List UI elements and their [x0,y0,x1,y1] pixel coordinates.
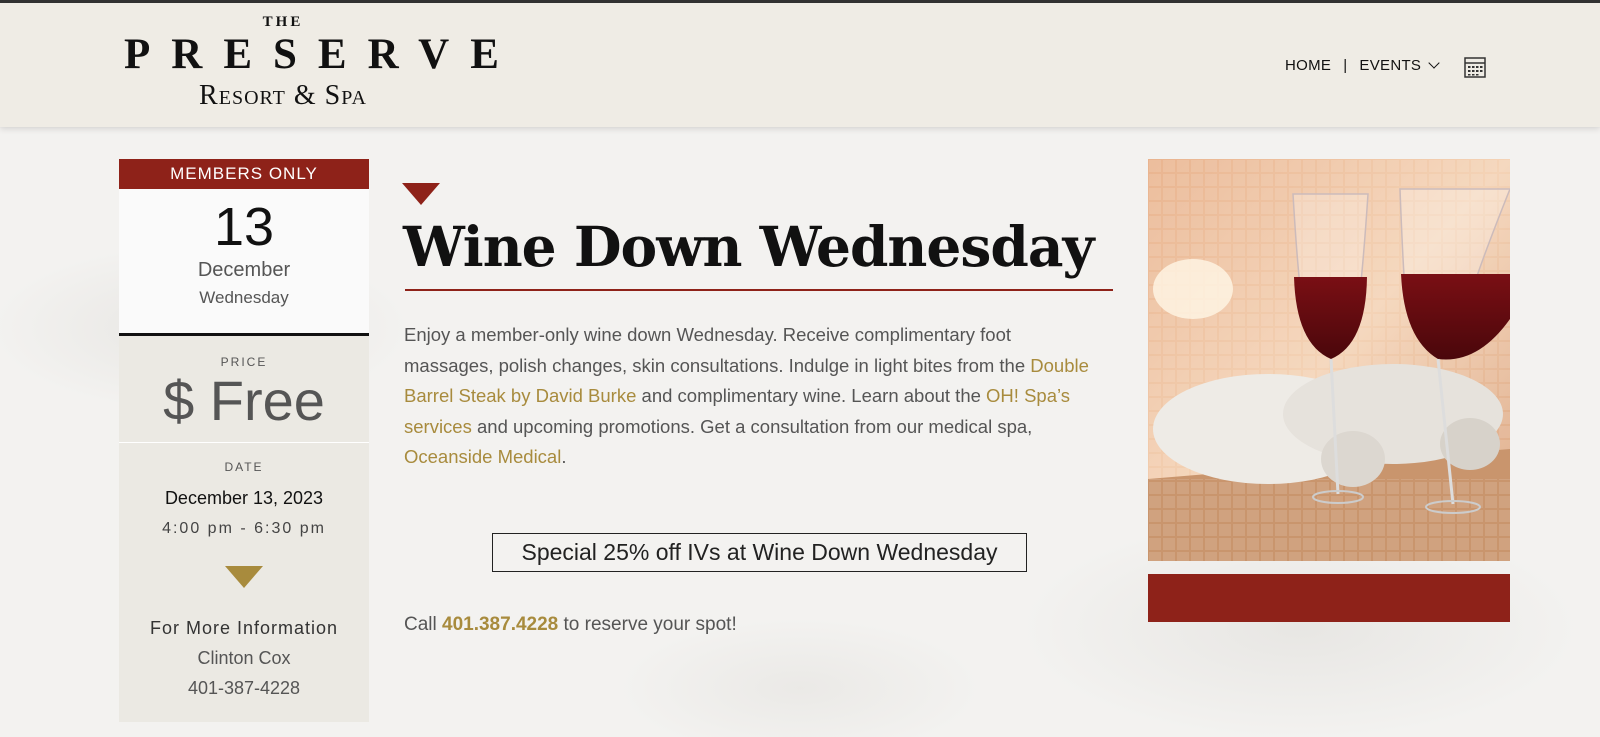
chevron-down-icon[interactable] [1428,57,1440,69]
call-suffix: to reserve your spot! [558,614,737,635]
promo-banner: Special 25% off IVs at Wine Down Wednesd… [492,533,1027,572]
call-to-action: Call 401.387.4228 to reserve your spot! [404,614,737,636]
nav-home[interactable]: HOME [1285,57,1331,74]
price-label: PRICE [220,355,268,369]
event-month: December [197,259,291,281]
description-text: and upcoming promotions. Get a consultat… [471,415,1033,437]
price-value: $ Free [163,369,325,432]
event-info-card: MEMBERS ONLY 13 December Wednesday PRICE… [119,159,369,722]
contact-phone[interactable]: 401-387-4228 [119,678,369,699]
title-underline [405,289,1113,291]
site-header: THE PRESERVE Resort & Spa HOME | EVENTS [0,3,1600,127]
logo-subtitle: Resort & Spa [199,80,367,111]
event-date: December 13, 2023 [164,488,324,508]
more-info-heading: For More Information [149,618,339,638]
contact-name: Clinton Cox [197,648,291,668]
image-caption-bar [1148,574,1510,622]
triangle-down-icon [402,183,440,205]
logo[interactable]: THE PRESERVE Resort & Spa [118,13,520,113]
event-time: 4:00 pm - 6:30 pm [162,520,326,537]
nav-separator: | [1343,57,1348,74]
event-weekday: Wednesday [199,288,289,307]
card-divider [119,442,369,443]
date-box: 13 December Wednesday [119,189,369,336]
event-title: Wine Down Wednesday [403,214,1094,279]
call-prefix: Call [404,614,443,635]
calendar-icon[interactable] [1464,56,1486,78]
wine-towels-photo [1148,159,1510,561]
main-nav: HOME | EVENTS [1285,57,1440,74]
event-description: Enjoy a member-only wine down Wednesday.… [404,320,1094,473]
reservation-phone[interactable]: 401.387.4228 [442,614,558,635]
description-text: . [561,446,567,467]
description-text: and complimentary wine. Learn about the [636,385,987,406]
triangle-down-icon [225,566,263,588]
date-label: DATE [224,460,264,474]
nav-events[interactable]: EVENTS [1359,57,1421,74]
logo-the: THE [262,14,304,30]
event-day: 13 [213,197,275,257]
members-only-badge: MEMBERS ONLY [119,159,369,189]
logo-name: PRESERVE [124,31,520,78]
description-text: Enjoy a member-only wine down Wednesday.… [404,324,1031,376]
link-oceanside-medical[interactable]: Oceanside Medical [404,446,561,467]
